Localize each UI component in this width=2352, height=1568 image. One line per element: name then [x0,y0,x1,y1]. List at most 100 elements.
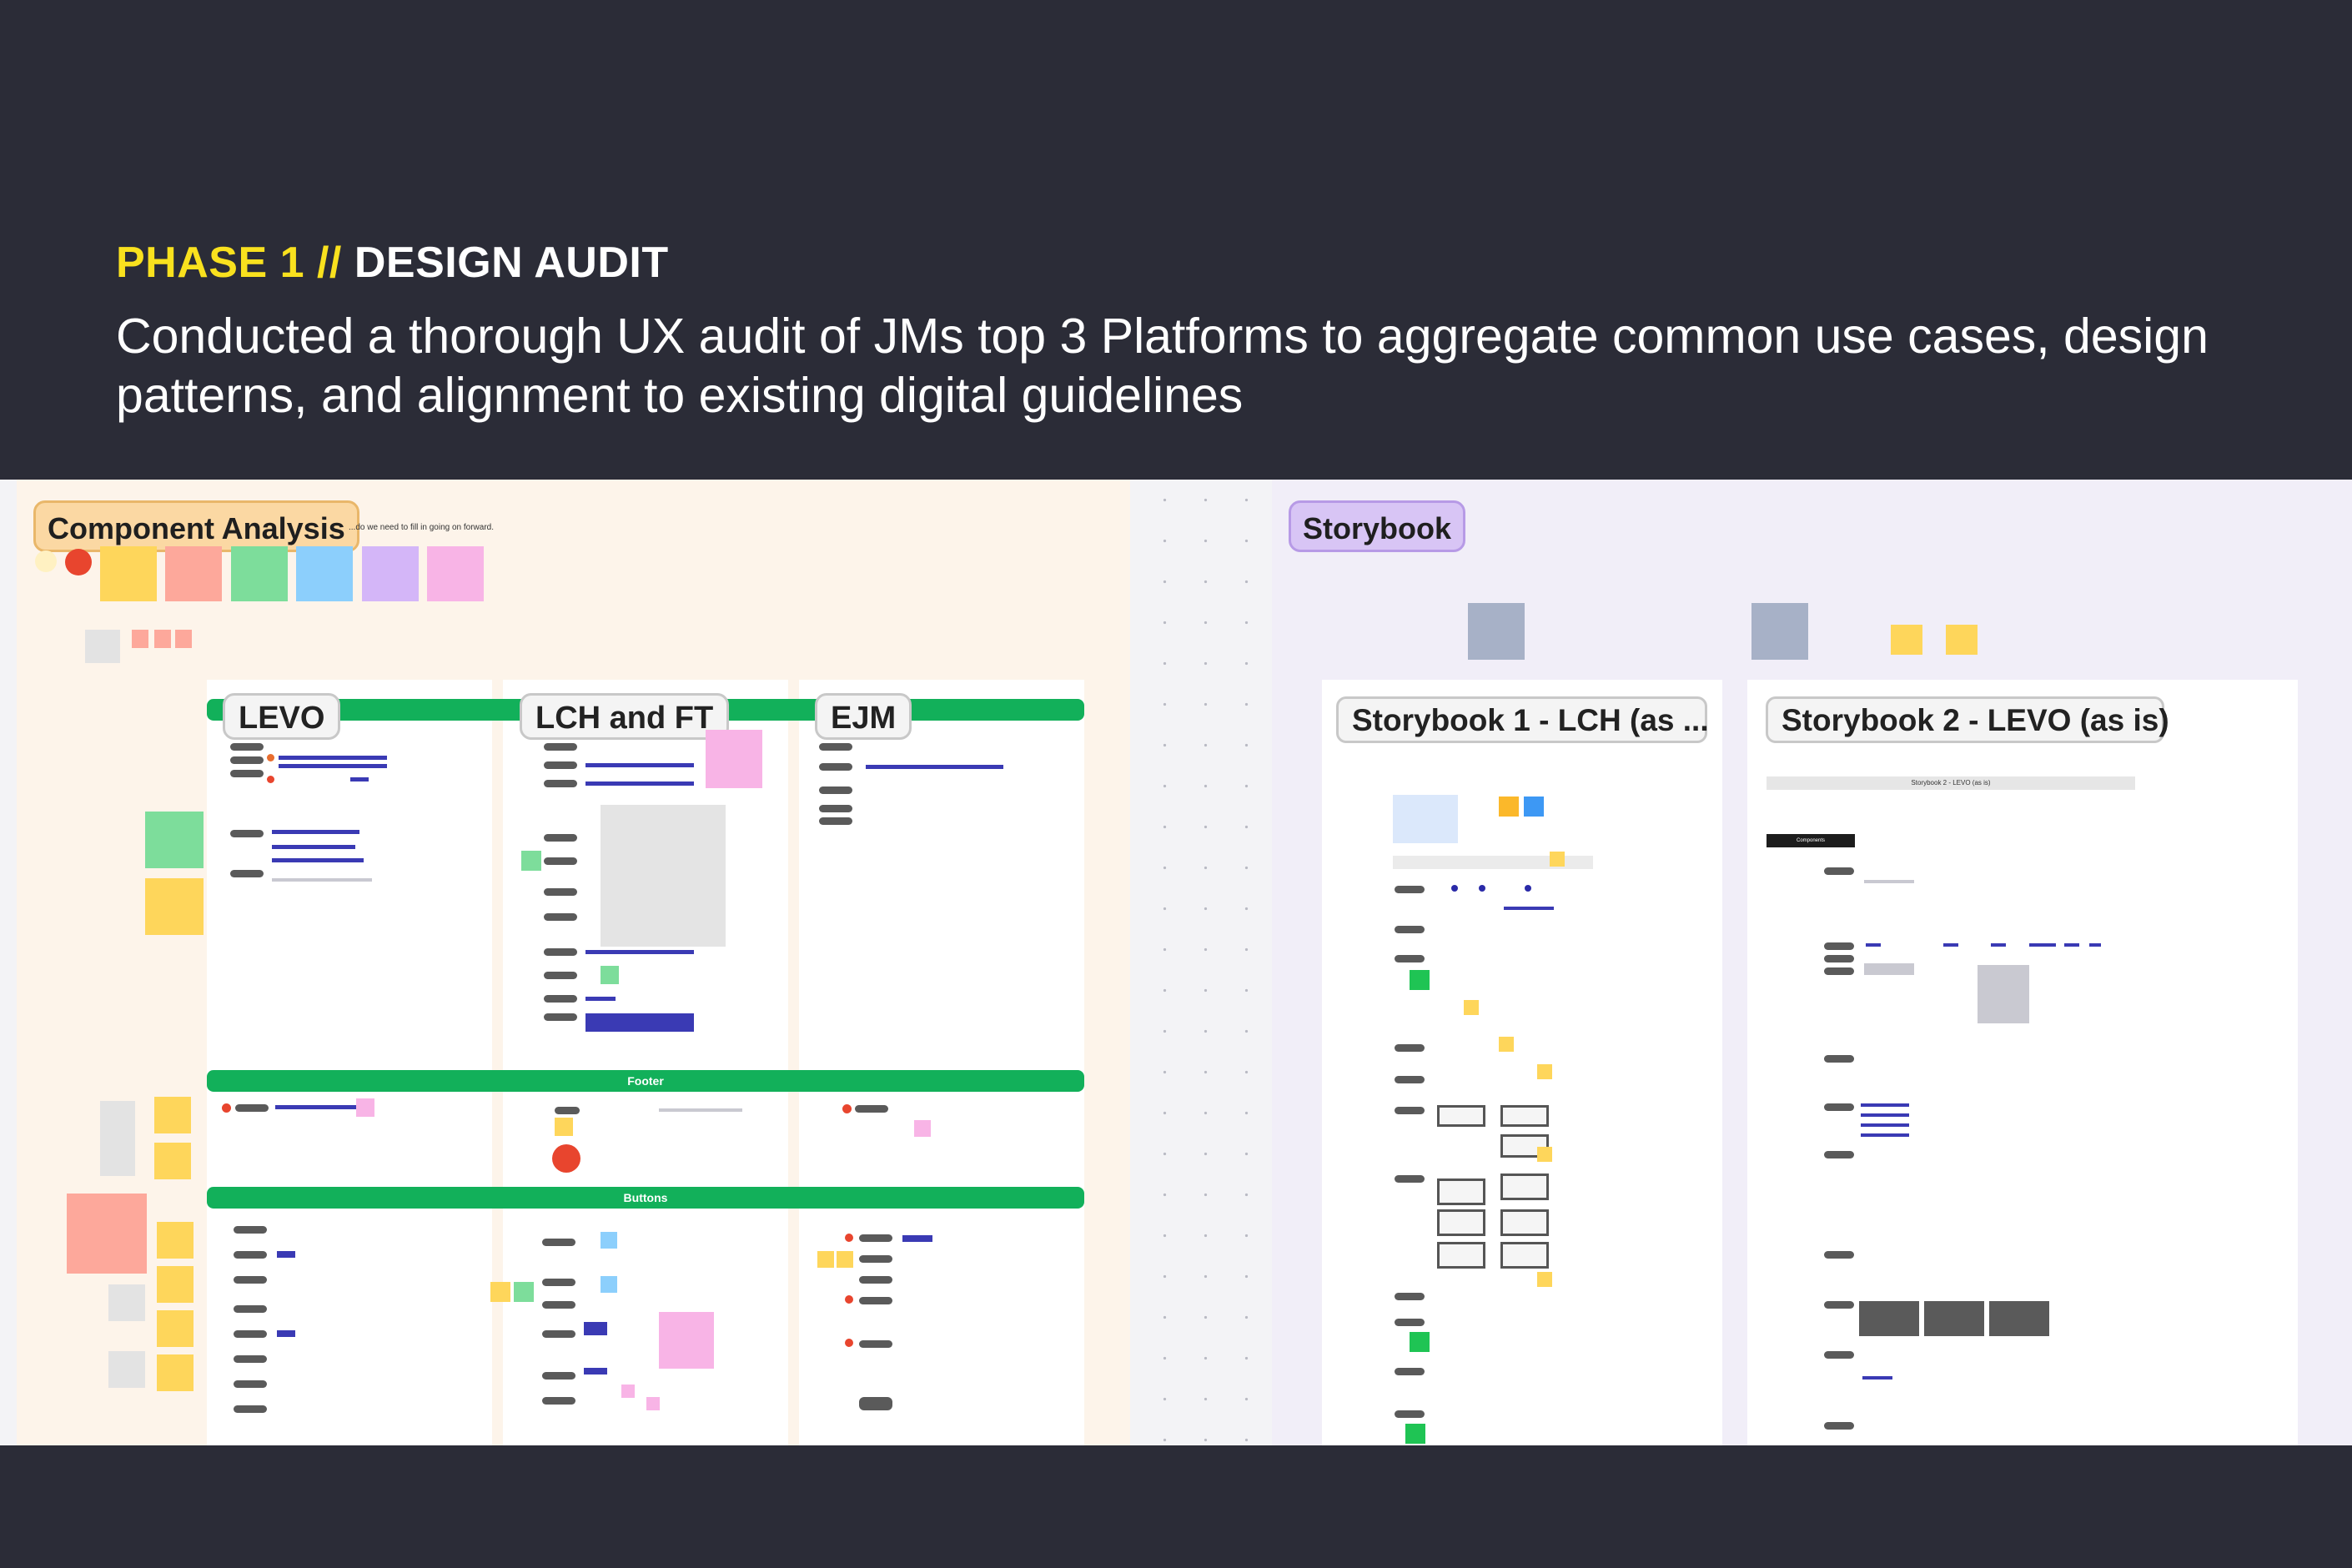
component-pill[interactable] [230,870,264,877]
component-pill[interactable] [1395,1410,1425,1418]
component-pill[interactable] [544,761,577,769]
component-pill[interactable] [544,995,577,1003]
note-sticky-pink[interactable] [356,1098,374,1117]
legend-sticky-pink[interactable] [427,546,484,601]
note-sticky-yellow[interactable] [1891,625,1922,655]
note-sticky-yellow[interactable] [154,1143,191,1179]
component-pill[interactable] [819,787,852,794]
legend-sticky-yellow[interactable] [100,546,157,601]
component-pill[interactable] [1395,1319,1425,1326]
thumbnail-card[interactable] [1500,1105,1549,1127]
component-pill[interactable] [859,1297,892,1304]
component-pill[interactable] [1824,1301,1854,1309]
note-sticky-yellow[interactable] [157,1310,193,1347]
note-sticky-pink[interactable] [646,1397,660,1410]
component-pill[interactable] [1395,1076,1425,1083]
note-sticky[interactable] [85,630,120,663]
storybook-title[interactable]: Storybook [1289,500,1466,552]
thumbnail-card[interactable] [1500,1209,1549,1236]
legend-red-dot[interactable] [65,549,92,575]
component-pill[interactable] [1395,886,1425,893]
note-sticky[interactable] [132,630,148,648]
component-pill[interactable] [1395,1175,1425,1183]
dark-card[interactable] [1989,1301,2049,1336]
note-sticky-salmon[interactable] [67,1194,147,1274]
status-dot-large[interactable] [552,1144,580,1173]
component-pill[interactable] [542,1372,575,1380]
component-pill[interactable] [1824,1251,1854,1259]
component-pill[interactable] [542,1397,575,1405]
column-label-ejm[interactable]: EJM [815,693,912,740]
dark-card[interactable] [1924,1301,1984,1336]
note-sticky-yellow[interactable] [1537,1147,1552,1162]
component-pill[interactable] [555,1107,580,1114]
dark-card[interactable] [1859,1301,1919,1336]
component-pill[interactable] [1395,955,1425,962]
note-sticky-grey[interactable] [108,1284,145,1321]
component-pill[interactable] [1824,867,1854,875]
note-sticky-yellow[interactable] [154,1097,191,1133]
note-sticky-pink[interactable] [621,1385,635,1398]
note-sticky-yellow[interactable] [817,1251,834,1268]
component-pill[interactable] [230,756,264,764]
note-sticky-blue[interactable] [601,1232,617,1249]
flow-card[interactable] [1393,795,1458,843]
whiteboard-canvas[interactable]: Component Analysis ...do we need to fill… [0,480,2352,1445]
thumbnail-card[interactable] [1437,1105,1485,1127]
note-sticky-yellow[interactable] [145,878,204,935]
component-pill[interactable] [542,1279,575,1286]
note-sticky-yellow[interactable] [490,1282,510,1302]
component-pill[interactable] [542,1239,575,1246]
component-pill[interactable] [1395,1044,1425,1052]
legend-circle-sticky[interactable] [35,550,57,572]
column-label-lch-ft[interactable]: LCH and FT [520,693,730,740]
component-pill[interactable] [1824,1151,1854,1158]
note-sticky-blue[interactable] [601,1276,617,1293]
component-pill[interactable] [544,888,577,896]
component-pill[interactable] [234,1405,267,1413]
note-sticky-yellow[interactable] [837,1251,853,1268]
note-sticky-yellow[interactable] [157,1266,193,1303]
component-pill[interactable] [544,972,577,979]
component-pill[interactable] [230,830,264,837]
note-sticky-pink[interactable] [914,1120,931,1137]
note-sticky-green[interactable] [1410,1332,1430,1352]
note-sticky[interactable] [175,630,192,648]
note-sticky-yellow[interactable] [157,1354,193,1391]
component-pill[interactable] [859,1255,892,1263]
note-sticky[interactable] [154,630,171,648]
note-sticky-pink[interactable] [659,1312,714,1369]
component-pill[interactable] [234,1380,267,1388]
component-pill[interactable] [1824,955,1854,962]
note-sticky-green[interactable] [145,812,204,868]
legend-sticky-green[interactable] [231,546,288,601]
storybook-2-label[interactable]: Storybook 2 - LEVO (as is) [1766,696,2169,743]
component-pill[interactable] [234,1305,267,1313]
note-sticky-green[interactable] [521,851,541,871]
component-preview[interactable] [601,805,726,947]
note-sticky-pink[interactable] [706,730,762,788]
thumbnail-card[interactable] [1500,1242,1549,1269]
component-pill[interactable] [819,817,852,825]
storybook-1-label[interactable]: Storybook 1 - LCH (as ... [1336,696,1709,743]
legend-sticky-blue[interactable] [296,546,353,601]
component-pill[interactable] [542,1301,575,1309]
note-sticky-yellow[interactable] [1537,1272,1552,1287]
component-pill[interactable] [855,1105,888,1113]
note-sticky-green[interactable] [1410,970,1430,990]
component-pill[interactable] [859,1276,892,1284]
component-pill[interactable] [819,743,852,751]
note-sticky-slate[interactable] [1468,603,1525,660]
component-pill[interactable] [819,763,852,771]
component-pill[interactable] [1824,1055,1854,1063]
note-sticky-yellow[interactable] [1550,852,1565,867]
component-pill[interactable] [544,948,577,956]
note-sticky-yellow[interactable] [1464,1000,1479,1015]
component-pill[interactable] [235,1104,269,1112]
component-pill[interactable] [1824,1422,1854,1430]
component-pill[interactable] [1824,967,1854,975]
component-pill[interactable] [544,743,577,751]
component-pill[interactable] [234,1330,267,1338]
note-sticky-yellow[interactable] [555,1118,573,1136]
component-pill[interactable] [1395,1293,1425,1300]
